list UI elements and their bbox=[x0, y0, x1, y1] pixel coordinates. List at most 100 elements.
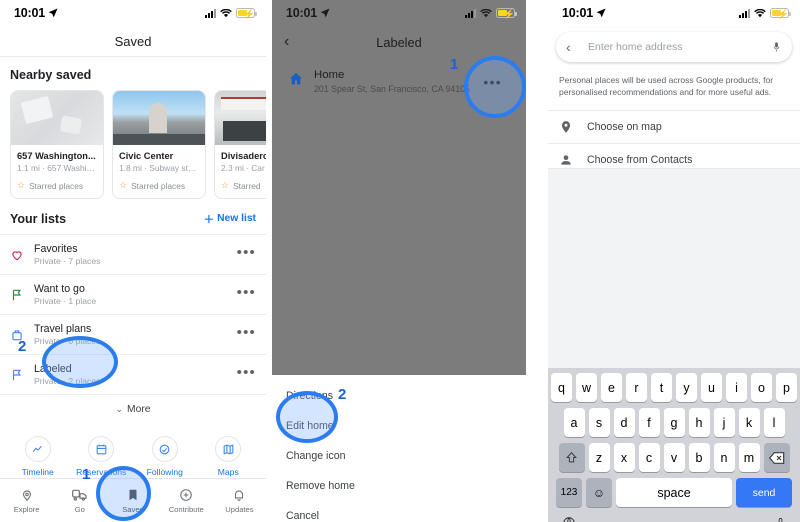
tab-label: Go bbox=[75, 505, 85, 514]
status-bar: 10:01 ⚡ bbox=[548, 0, 800, 26]
heart-icon bbox=[10, 248, 34, 262]
key-s[interactable]: s bbox=[589, 408, 610, 437]
tab-label: Contribute bbox=[169, 505, 204, 514]
place-title: Divisadero bbox=[221, 151, 266, 161]
pin-icon bbox=[559, 120, 587, 134]
more-options-icon[interactable]: ••• bbox=[237, 369, 256, 381]
space-key[interactable]: space bbox=[616, 478, 732, 507]
signal-bars-icon bbox=[465, 9, 476, 18]
more-lists-button[interactable]: ⌄ More bbox=[0, 394, 266, 424]
send-key[interactable]: send bbox=[736, 478, 792, 507]
tab-explore[interactable]: Explore bbox=[0, 479, 53, 522]
key-z[interactable]: z bbox=[589, 443, 610, 472]
annotation-number-2: 2 bbox=[18, 338, 26, 355]
labeled-header: ‹ Labeled bbox=[272, 26, 526, 58]
key-l[interactable]: l bbox=[764, 408, 785, 437]
globe-icon[interactable] bbox=[562, 516, 576, 522]
place-thumbnail bbox=[113, 91, 205, 145]
search-area: ‹ Enter home address bbox=[548, 26, 800, 62]
tab-updates[interactable]: Updates bbox=[213, 479, 266, 522]
key-c[interactable]: c bbox=[639, 443, 660, 472]
place-subtitle: 1.8 mi · Subway stat... bbox=[119, 163, 199, 173]
more-options-icon[interactable]: ••• bbox=[237, 329, 256, 341]
place-thumbnail bbox=[11, 91, 103, 145]
key-g[interactable]: g bbox=[664, 408, 685, 437]
list-item-travel-plans[interactable]: Travel plans Private · 0 places ••• bbox=[0, 314, 266, 354]
shift-icon[interactable] bbox=[559, 443, 585, 472]
key-a[interactable]: a bbox=[564, 408, 585, 437]
page-title: Saved bbox=[0, 26, 266, 57]
key-t[interactable]: t bbox=[651, 373, 672, 402]
key-k[interactable]: k bbox=[739, 408, 760, 437]
key-y[interactable]: y bbox=[676, 373, 697, 402]
keyboard-row-4: 123 ☺ space send bbox=[548, 478, 800, 507]
quick-action-label: Following bbox=[147, 467, 183, 477]
key-u[interactable]: u bbox=[701, 373, 722, 402]
key-r[interactable]: r bbox=[626, 373, 647, 402]
key-w[interactable]: w bbox=[576, 373, 597, 402]
key-e[interactable]: e bbox=[601, 373, 622, 402]
battery-charging-icon: ⚡ bbox=[770, 8, 789, 18]
star-icon: ☆ bbox=[221, 180, 229, 191]
key-i[interactable]: i bbox=[726, 373, 747, 402]
quick-action-timeline[interactable]: Timeline bbox=[10, 436, 66, 477]
list-item-labeled[interactable]: Labeled Private · 2 places ••• bbox=[0, 354, 266, 394]
numbers-key[interactable]: 123 bbox=[556, 478, 582, 507]
list-item-favorites[interactable]: Favorites Private · 7 places ••• bbox=[0, 234, 266, 274]
search-input[interactable]: Enter home address bbox=[582, 41, 771, 53]
backspace-icon[interactable] bbox=[764, 443, 790, 472]
wifi-icon bbox=[480, 9, 492, 18]
nearby-card[interactable]: Civic Center 1.8 mi · Subway stat... ☆ S… bbox=[112, 90, 206, 199]
key-q[interactable]: q bbox=[551, 373, 572, 402]
sheet-item-change-icon[interactable]: Change icon bbox=[272, 441, 526, 471]
key-j[interactable]: j bbox=[714, 408, 735, 437]
emoji-icon[interactable]: ☺ bbox=[586, 478, 612, 507]
keyboard-row-3: z x c v b n m bbox=[548, 443, 800, 472]
labeled-item-name: Home bbox=[314, 69, 470, 81]
key-x[interactable]: x bbox=[614, 443, 635, 472]
tab-label: Updates bbox=[225, 505, 253, 514]
key-h[interactable]: h bbox=[689, 408, 710, 437]
new-list-button[interactable]: ＋ New list bbox=[204, 211, 256, 226]
tag-label: Starred places bbox=[29, 181, 83, 191]
option-choose-on-map[interactable]: Choose on map bbox=[548, 110, 800, 143]
nearby-card[interactable]: 657 Washington... 1.1 mi · 657 Washin...… bbox=[10, 90, 104, 199]
key-v[interactable]: v bbox=[664, 443, 685, 472]
status-bar-time: 10:01 bbox=[286, 6, 317, 20]
key-f[interactable]: f bbox=[639, 408, 660, 437]
address-search-bar[interactable]: ‹ Enter home address bbox=[556, 32, 792, 62]
following-icon bbox=[152, 436, 178, 462]
new-list-label: New list bbox=[217, 213, 256, 224]
more-options-icon[interactable]: ••• bbox=[237, 289, 256, 301]
sheet-item-cancel[interactable]: Cancel bbox=[272, 501, 526, 522]
key-o[interactable]: o bbox=[751, 373, 772, 402]
list-item-want-to-go[interactable]: Want to go Private · 1 place ••• bbox=[0, 274, 266, 314]
key-m[interactable]: m bbox=[739, 443, 760, 472]
key-n[interactable]: n bbox=[714, 443, 735, 472]
quick-action-following[interactable]: Following bbox=[137, 436, 193, 477]
key-b[interactable]: b bbox=[689, 443, 710, 472]
tab-label: Explore bbox=[14, 505, 40, 514]
sheet-item-remove-home[interactable]: Remove home bbox=[272, 471, 526, 501]
tab-contribute[interactable]: Contribute bbox=[160, 479, 213, 522]
key-p[interactable]: p bbox=[776, 373, 797, 402]
nearby-saved-carousel[interactable]: 657 Washington... 1.1 mi · 657 Washin...… bbox=[0, 90, 266, 199]
location-arrow-icon bbox=[320, 8, 330, 18]
keyboard-row-2: a s d f g h j k l bbox=[548, 408, 800, 437]
more-options-icon[interactable]: ••• bbox=[237, 249, 256, 261]
microphone-icon[interactable] bbox=[771, 40, 782, 54]
quick-action-maps[interactable]: Maps bbox=[200, 436, 256, 477]
nearby-card[interactable]: Divisadero 2.3 mi · Car ☆ Starred bbox=[214, 90, 266, 199]
wifi-icon bbox=[220, 9, 232, 18]
annotation-circle-overflow bbox=[464, 56, 526, 118]
place-list-tag: ☆ Starred bbox=[221, 180, 266, 191]
chevron-left-icon[interactable]: ‹ bbox=[284, 34, 289, 50]
star-icon: ☆ bbox=[17, 180, 25, 191]
key-d[interactable]: d bbox=[614, 408, 635, 437]
plus-circle-icon bbox=[179, 488, 193, 502]
commute-icon bbox=[72, 488, 88, 502]
nearby-saved-heading: Nearby saved bbox=[0, 57, 266, 90]
chevron-left-icon[interactable]: ‹ bbox=[566, 39, 582, 55]
microphone-icon[interactable] bbox=[775, 516, 786, 522]
tag-label: Starred places bbox=[131, 181, 185, 191]
